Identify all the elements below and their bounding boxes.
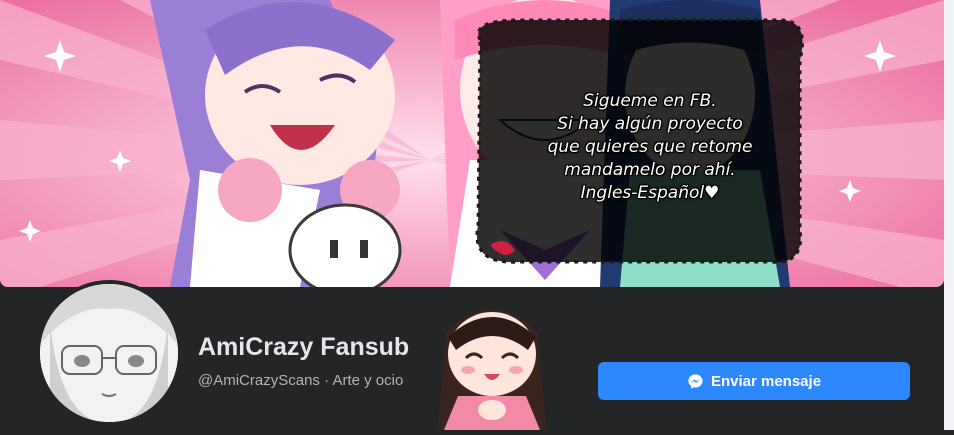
messenger-icon — [688, 373, 703, 389]
bubble-line: que quieres que retome — [547, 137, 753, 157]
chibi-character-image — [428, 292, 556, 430]
cover-bubble-text: Sigueme en FB. Si hay algún proyecto que… — [504, 90, 796, 205]
page-margin — [944, 0, 954, 430]
page-name[interactable]: AmiCrazy Fansub — [198, 333, 409, 362]
page-subtitle: @AmiCrazyScans · Arte y ocio — [198, 372, 403, 389]
separator: · — [319, 372, 333, 389]
cover-photo[interactable]: Sigueme en FB. Si hay algún proyecto que… — [0, 0, 944, 287]
bubble-line: Sigueme en FB. — [583, 91, 717, 111]
bubble-line: Si hay algún proyecto — [557, 114, 743, 134]
send-message-label: Enviar mensaje — [710, 372, 822, 390]
bubble-line: mandamelo por ahí. — [564, 160, 736, 180]
bubble-line: Ingles-Español♥ — [580, 183, 720, 203]
page-handle[interactable]: @AmiCrazyScans — [198, 372, 320, 389]
profile-avatar[interactable] — [36, 280, 182, 426]
cover-illustration — [0, 0, 944, 287]
send-message-button[interactable]: Enviar mensaje — [598, 362, 910, 400]
avatar-illustration — [40, 284, 178, 422]
page-category[interactable]: Arte y ocio — [332, 372, 403, 389]
